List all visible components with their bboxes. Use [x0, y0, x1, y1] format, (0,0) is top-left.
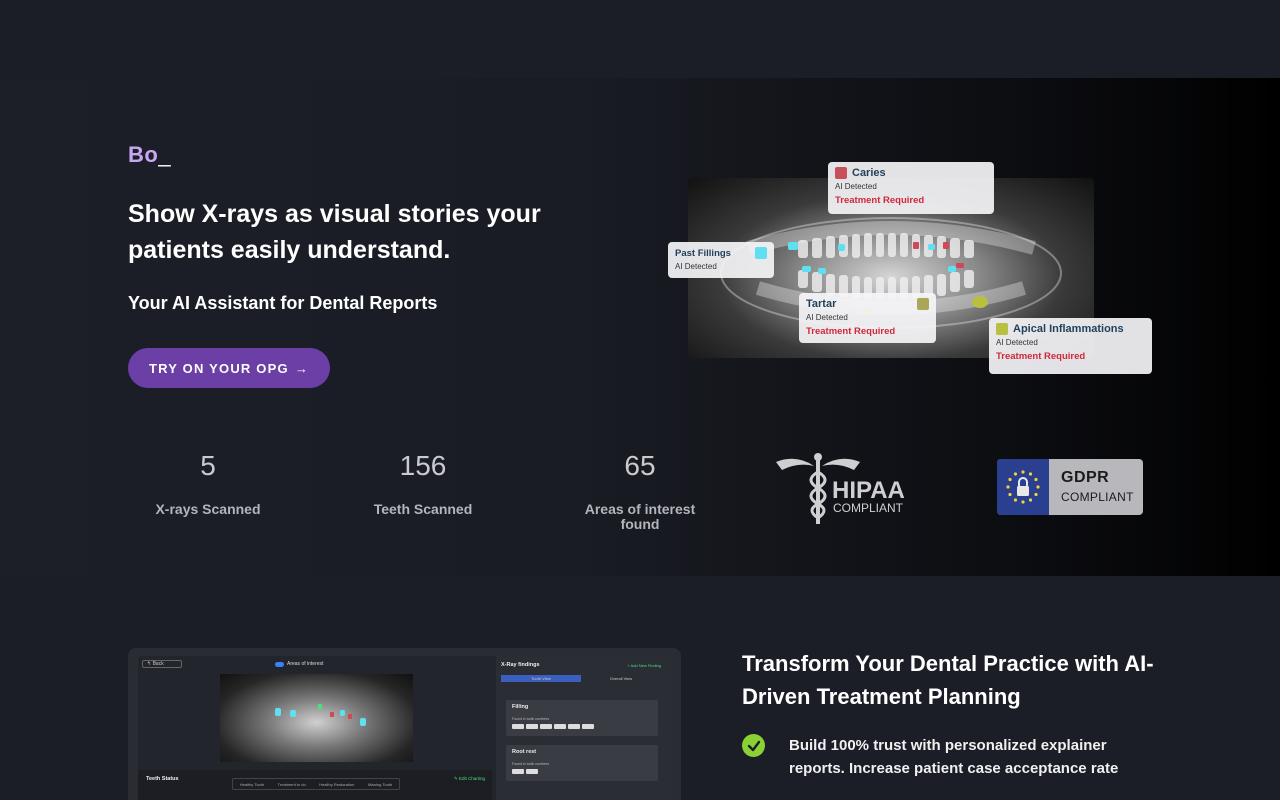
gdpr-sub: COMPLIANT: [1061, 490, 1134, 504]
tartar-color-icon: [917, 298, 929, 310]
tartar-detected: AI Detected: [806, 313, 848, 322]
caries-card: Caries AI Detected Treatment Required: [828, 162, 994, 214]
back-button[interactable]: ↰ Back: [142, 660, 182, 668]
try-on-opg-button[interactable]: TRY ON YOUR OPG →: [128, 348, 330, 388]
aoi-label: Areas of interest: [287, 661, 324, 667]
finding-sub: Found in tooth numbers: [512, 762, 549, 766]
apical-inflammations-card: Apical Inflammations AI Detected Treatme…: [989, 318, 1152, 374]
findings-tabs: Tooth View Overall View: [501, 675, 661, 682]
caduceus-wing-right: [822, 458, 860, 470]
finding-sub: Found in tooth numbers: [512, 717, 549, 721]
app-preview-window: ↰ Back Areas of interest Teeth Status He…: [138, 656, 671, 800]
tooth-chips: [512, 724, 594, 729]
stat-xrays-label: X-rays Scanned: [155, 501, 261, 517]
hero-subline: Your AI Assistant for Dental Reports: [128, 293, 438, 313]
checkmark-icon: [742, 734, 765, 757]
stat-xrays-value: 5: [200, 450, 216, 481]
caries-status: Treatment Required: [835, 195, 925, 206]
legend-healthy: Healthy Tooth: [239, 781, 265, 787]
caries-color-icon: [835, 167, 847, 179]
hero-section: Bo_ Show X-rays as visual stories your p…: [0, 78, 1280, 576]
finding-card-filling[interactable]: Filling Found in tooth numbers: [506, 700, 658, 736]
teeth-status-bar: Teeth Status Healthy Tooth Treatment to …: [138, 770, 492, 800]
logo-text: Bo: [128, 142, 159, 167]
caries-title: Caries: [852, 167, 886, 179]
legend-missing: Missing Tooth: [367, 781, 393, 787]
xray-findings-panel: X-Ray findings + Add New Finding Tooth V…: [496, 656, 671, 800]
past-fillings-detected: AI Detected: [675, 262, 717, 271]
finding-card-root-rest[interactable]: Root rest Found in tooth numbers: [506, 745, 658, 781]
tartar-status: Treatment Required: [806, 326, 896, 337]
toggle-icon: [275, 661, 284, 667]
stat-areas-value: 65: [624, 450, 656, 481]
past-fillings-color-icon: [755, 247, 767, 259]
tab-tooth-view[interactable]: Tooth View: [501, 675, 581, 682]
edit-charting-button[interactable]: ✎ Edit Charting: [454, 776, 485, 782]
legend-restoration: Healthy Restoration: [319, 781, 355, 787]
hipaa-sub: COMPLIANT: [833, 501, 904, 515]
findings-title: X-Ray findings: [501, 662, 540, 668]
logo-cursor: _: [158, 142, 172, 167]
apical-title: Apical Inflammations: [1013, 323, 1124, 335]
gdpr-compliant-badge: GDPR COMPLIANT: [997, 459, 1143, 515]
caduceus-wing-left: [776, 458, 814, 470]
past-fillings-card: Past Fillings AI Detected: [668, 242, 774, 278]
stat-teeth: 156 Teeth Scanned: [343, 450, 503, 517]
stat-xrays: 5 X-rays Scanned: [128, 450, 288, 517]
teeth-status-title: Teeth Status: [146, 776, 179, 782]
mini-xray-image: [220, 674, 413, 762]
teeth-legend: Healthy Tooth Treatment to do Healthy Re…: [232, 778, 400, 790]
brand-logo[interactable]: Bo_: [128, 142, 171, 168]
tooth-chips: [512, 769, 538, 774]
caries-detected: AI Detected: [835, 182, 877, 191]
finding-name: Filling: [512, 704, 529, 710]
finding-name: Root rest: [512, 749, 537, 755]
gdpr-text: GDPR: [1061, 469, 1110, 486]
hipaa-compliant-badge: HIPAA COMPLIANT: [776, 453, 905, 524]
apical-status: Treatment Required: [996, 351, 1086, 362]
stat-teeth-value: 156: [399, 450, 447, 481]
stat-teeth-label: Teeth Scanned: [373, 501, 473, 517]
section-title: Transform Your Dental Practice with AI-D…: [742, 651, 1154, 709]
eu-flag-lock-icon: [997, 459, 1049, 515]
tartar-card: Tartar AI Detected Treatment Required: [799, 293, 936, 343]
arrow-right-icon: →: [294, 360, 310, 376]
apical-color-icon: [996, 323, 1008, 335]
tab-overall-view[interactable]: Overall View: [581, 675, 661, 682]
app-preview-screenshot: ↰ Back Areas of interest Teeth Status He…: [128, 648, 681, 800]
areas-of-interest-toggle[interactable]: Areas of interest: [275, 661, 323, 667]
hipaa-text: HIPAA: [832, 477, 905, 504]
cta-label: TRY ON YOUR OPG: [148, 360, 289, 376]
stat-areas-label: Areas of interest found: [584, 501, 696, 532]
tartar-title: Tartar: [806, 298, 837, 310]
feature-bullet-text: Build 100% trust with personalized expla…: [789, 737, 1119, 777]
feature-bullet: Build 100% trust with personalized expla…: [742, 734, 1162, 780]
legend-treatment: Treatment to do: [277, 781, 306, 787]
add-finding-button[interactable]: + Add New Finding: [627, 663, 661, 668]
apical-detected: AI Detected: [996, 338, 1038, 347]
hero-headline: Show X-rays as visual stories your patie…: [128, 200, 541, 264]
stat-areas: 65 Areas of interest found: [560, 450, 720, 532]
past-fillings-title: Past Fillings: [675, 247, 731, 259]
